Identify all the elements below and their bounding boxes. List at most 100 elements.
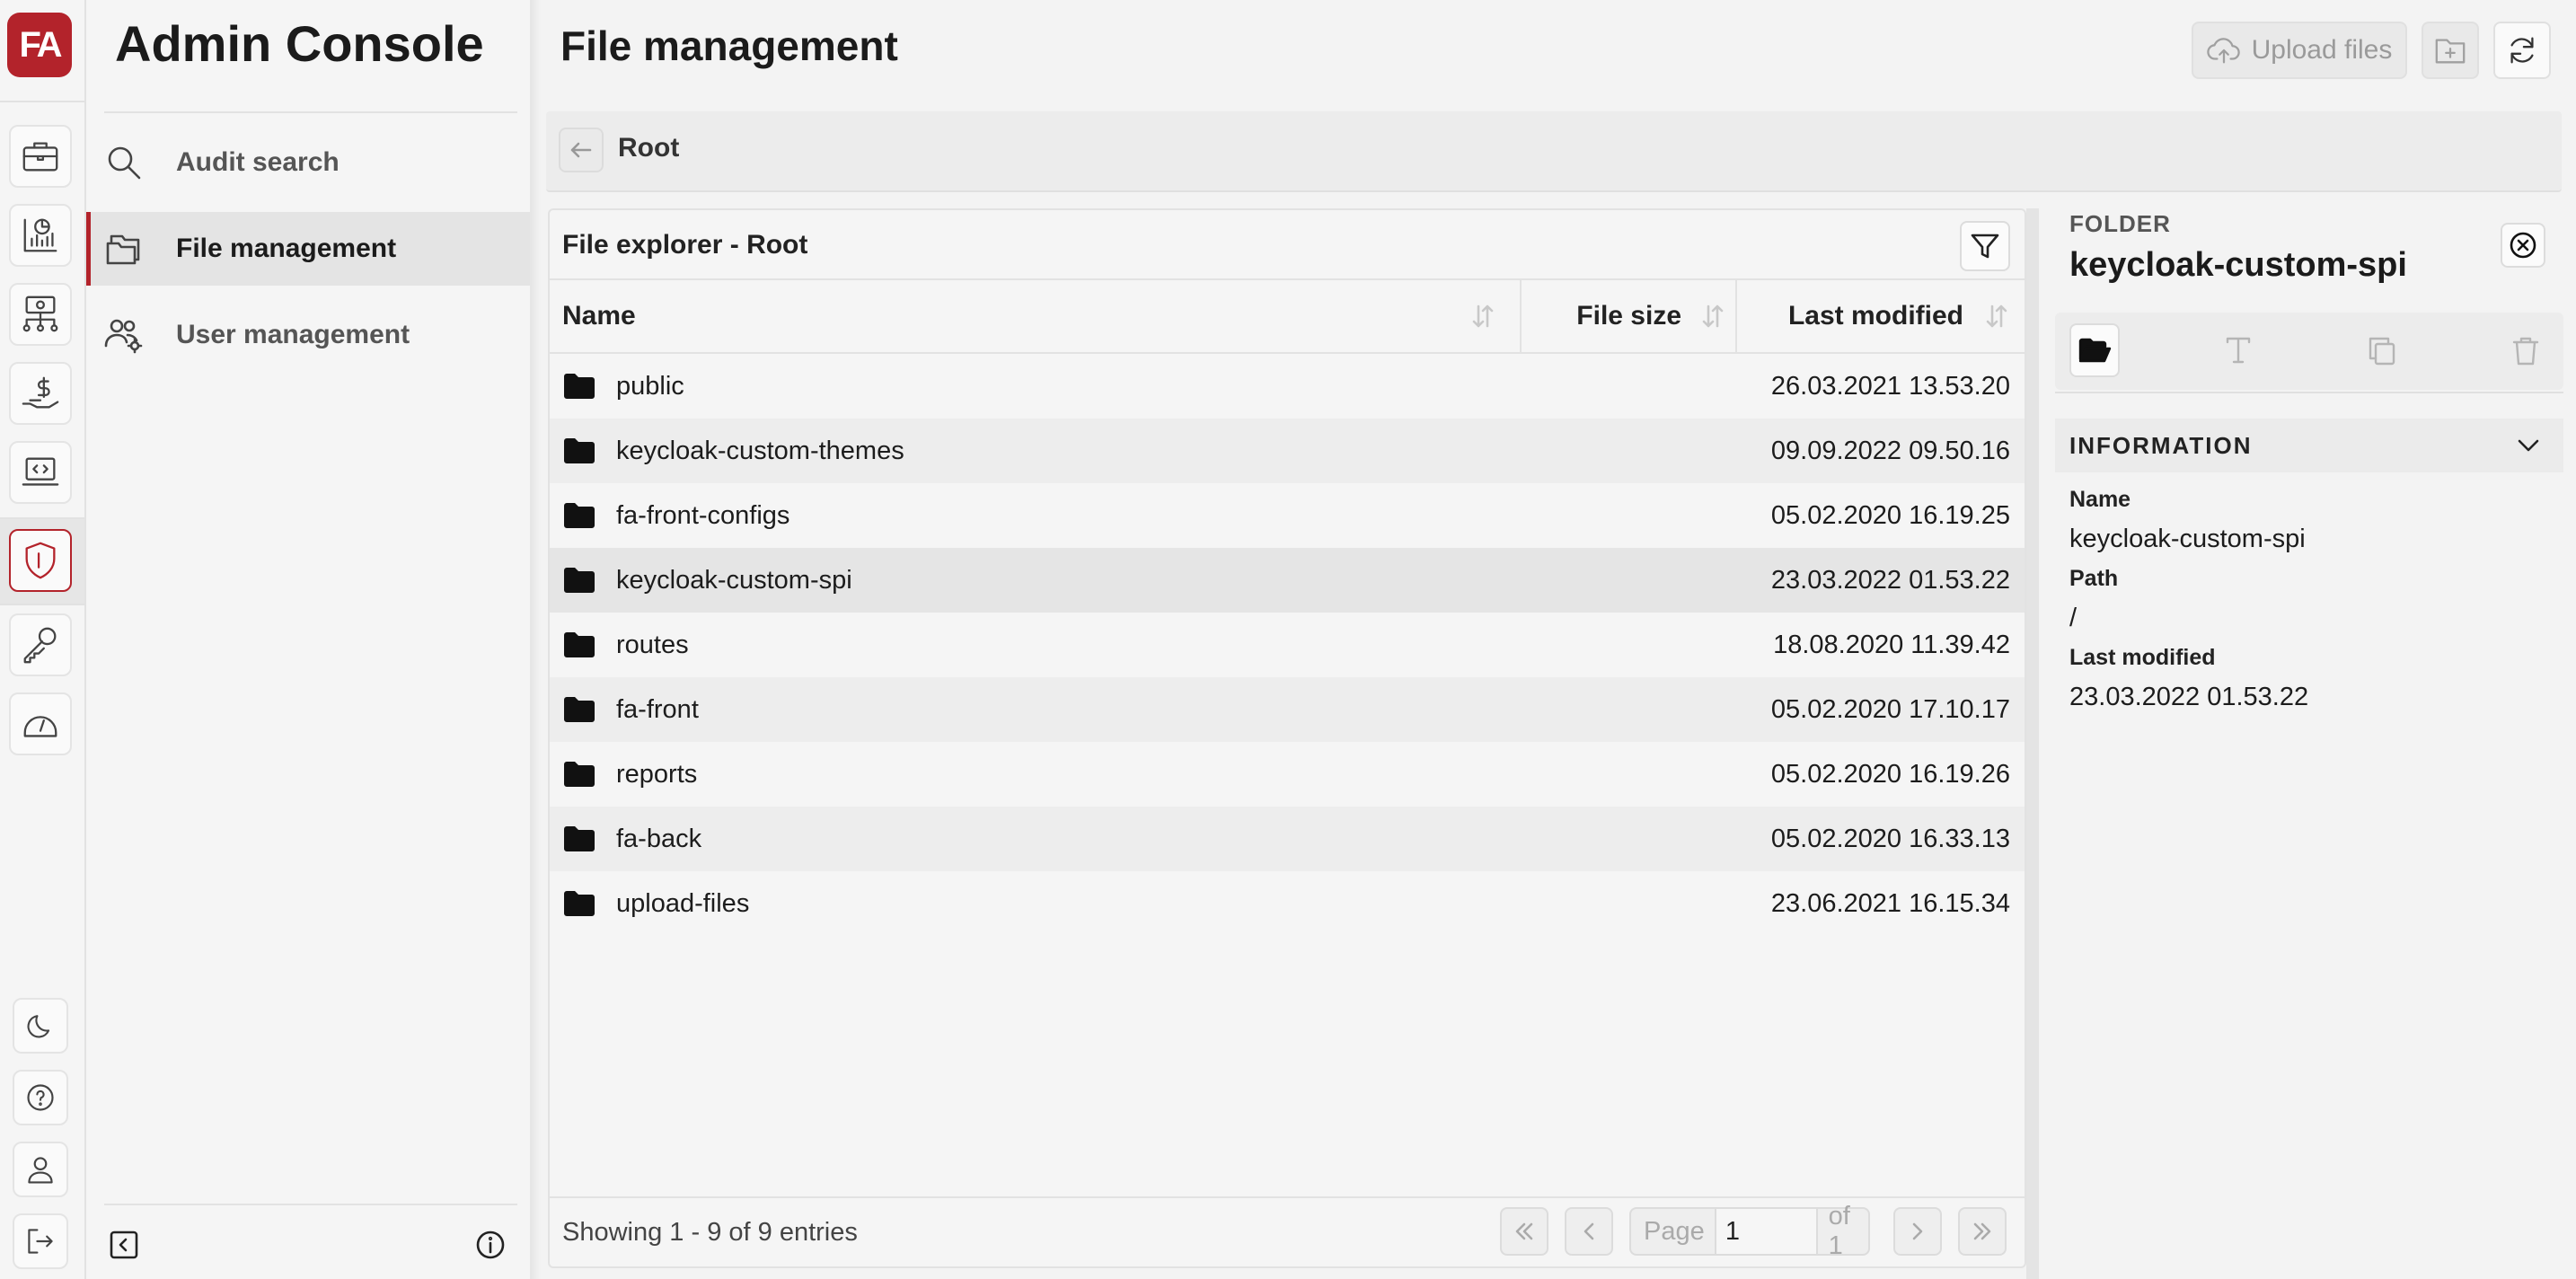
delete-button[interactable] [2501,323,2551,377]
information-section-toggle[interactable]: INFORMATION [2055,419,2563,472]
table-row[interactable]: fa-back 05.02.2020 16.33.13 [550,807,2025,871]
folder-icon [564,697,595,722]
text-icon [2226,337,2251,364]
rail-admin-button[interactable] [9,529,72,592]
file-name: reports [616,759,698,789]
rail-reports-button[interactable] [9,204,72,267]
cloud-upload-icon [2206,38,2240,64]
file-name: routes [616,630,689,659]
copy-button[interactable] [2357,323,2407,377]
rail-logout-button[interactable] [13,1213,68,1269]
filter-button[interactable] [1960,221,2010,271]
open-folder-button[interactable] [2069,323,2120,377]
trash-icon [2512,337,2539,366]
rail-payments-button[interactable] [9,362,72,425]
chevrons-right-icon [1973,1222,1991,1240]
rail-portfolio-button[interactable] [9,125,72,188]
sidebar-item-label: User management [176,320,410,349]
previous-page-button[interactable] [1565,1207,1613,1256]
sidebar-divider [104,111,517,113]
file-name: public [616,371,684,401]
app-title: Admin Console [115,15,484,72]
user-icon [28,1157,53,1184]
fa-logo[interactable]: FA [7,13,72,77]
column-header-name[interactable]: Name [562,280,1505,352]
column-header-file-size[interactable]: File size [1522,280,1735,352]
table-row[interactable]: keycloak-custom-themes 09.09.2022 09.50.… [550,419,2025,483]
rename-button[interactable] [2213,323,2263,377]
chevrons-left-icon [1515,1222,1533,1240]
table-row[interactable]: upload-files 23.06.2021 16.15.34 [550,871,2025,936]
details-toolbar-divider [2055,392,2563,393]
rail-developer-button[interactable] [9,441,72,504]
file-last-modified: 05.02.2020 17.10.17 [1770,694,2010,724]
column-header-label: Last modified [1787,301,1963,331]
sidebar-item-user-management[interactable]: User management [86,298,530,372]
table-row-selected[interactable]: keycloak-custom-spi 23.03.2022 01.53.22 [550,548,2025,613]
rail-theme-button[interactable] [13,998,68,1054]
sort-icon [1472,304,1494,328]
info-icon [476,1230,505,1259]
arrow-left-icon [570,142,592,158]
refresh-button[interactable] [2493,22,2551,79]
upload-files-label: Upload files [2251,35,2393,65]
folder-icon [564,568,595,593]
sidebar-item-label: File management [176,234,397,263]
page-selector: Page 1 of 1 [1629,1202,1870,1260]
rail-divider [0,101,84,102]
key-icon [23,627,57,664]
close-icon [2510,232,2536,259]
file-name: fa-back [616,824,702,853]
sidebar-item-audit-search[interactable]: Audit search [86,126,530,199]
folder-icon [564,503,595,528]
chevron-down-icon [2518,439,2539,452]
table-row[interactable]: routes 18.08.2020 11.39.42 [550,613,2025,677]
logout-icon [28,1229,53,1254]
file-last-modified: 23.06.2021 16.15.34 [1770,888,2010,918]
rail-profile-button[interactable] [13,1142,68,1197]
close-details-button[interactable] [2501,223,2545,268]
details-type-label: FOLDER [2069,210,2171,237]
table-row[interactable]: reports 05.02.2020 16.19.26 [550,742,2025,807]
last-page-button[interactable] [1958,1207,2007,1256]
page-label: Page [1644,1216,1705,1246]
rail-dashboard-button[interactable] [9,692,72,755]
table-row[interactable]: fa-front 05.02.2020 17.10.17 [550,677,2025,742]
next-page-button[interactable] [1893,1207,1942,1256]
file-explorer-title: File explorer - Root [562,230,808,260]
table-row[interactable]: public 26.03.2021 13.53.20 [550,354,2025,419]
column-header-label: File size [1576,301,1681,331]
sort-icon [1986,304,2007,328]
column-header-last-modified[interactable]: Last modified [1737,280,2023,352]
new-folder-button[interactable] [2422,22,2479,79]
column-header-label: Name [562,301,636,331]
panel-splitter[interactable] [2026,208,2039,1279]
app-info-button[interactable] [471,1225,510,1265]
page-number-input[interactable]: 1 [1714,1209,1818,1254]
search-icon [104,143,144,182]
filter-icon [1971,234,1999,259]
rail-help-button[interactable] [13,1070,68,1125]
breadcrumb-current[interactable]: Root [618,133,679,163]
briefcase-icon [22,142,58,172]
collapse-icon [110,1230,138,1259]
shield-icon [25,542,56,579]
file-name: fa-front [616,694,699,724]
folders-icon [104,229,144,269]
collapse-sidebar-button[interactable] [104,1225,144,1265]
info-path-value: / [2069,604,2078,632]
table-row[interactable]: fa-front-configs 05.02.2020 16.19.25 [550,483,2025,548]
folder-open-icon [2078,338,2112,363]
sidebar-item-file-management[interactable]: File management [86,212,530,286]
breadcrumb-back-button[interactable] [559,128,604,172]
file-last-modified: 26.03.2021 13.53.20 [1770,371,2010,401]
sidebar-divider [104,1204,517,1205]
rail-keys-button[interactable] [9,613,72,676]
upload-files-button[interactable]: Upload files [2192,22,2407,79]
laptop-code-icon [22,457,59,486]
rail-divider [0,517,84,519]
rail-network-button[interactable] [9,283,72,346]
footer-divider [548,1196,2026,1198]
info-name-value: keycloak-custom-spi [2069,525,2306,553]
first-page-button[interactable] [1500,1207,1548,1256]
